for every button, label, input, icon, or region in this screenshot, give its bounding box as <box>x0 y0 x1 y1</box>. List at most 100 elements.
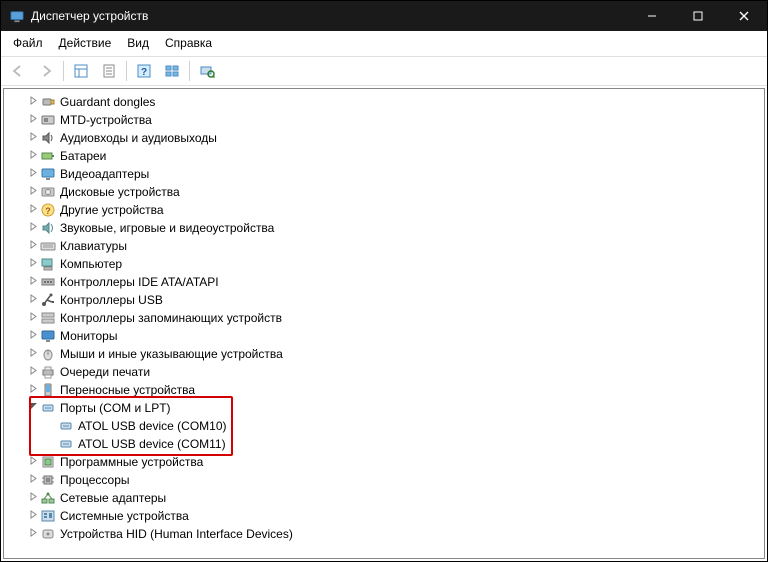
expand-icon[interactable] <box>26 201 40 219</box>
back-button <box>5 58 31 84</box>
tree-node[interactable]: Мониторы <box>8 327 764 345</box>
scan-hardware-button[interactable] <box>194 58 220 84</box>
usb-icon <box>40 292 56 308</box>
expand-icon[interactable] <box>26 327 40 345</box>
tree-node[interactable]: Звуковые, игровые и видеоустройства <box>8 219 764 237</box>
ide-icon <box>40 274 56 290</box>
client-area: Guardant donglesMTD-устройстваАудиовходы… <box>1 86 767 561</box>
tree-node-label: Очереди печати <box>60 363 150 381</box>
expand-icon[interactable] <box>26 219 40 237</box>
expand-icon[interactable] <box>26 165 40 183</box>
tree-node-label: Другие устройства <box>60 201 164 219</box>
tree-node[interactable]: ATOL USB device (COM10) <box>8 417 764 435</box>
forward-button <box>33 58 59 84</box>
display-icon <box>40 166 56 182</box>
audio-icon <box>40 130 56 146</box>
battery-icon <box>40 148 56 164</box>
expand-icon[interactable] <box>26 525 40 543</box>
tree-node[interactable]: ATOL USB device (COM11) <box>8 435 764 453</box>
expand-icon[interactable] <box>26 471 40 489</box>
minimize-button[interactable] <box>629 1 675 31</box>
tree-node[interactable]: Программные устройства <box>8 453 764 471</box>
device-tree[interactable]: Guardant donglesMTD-устройстваАудиовходы… <box>4 89 764 558</box>
tree-node-label: Переносные устройства <box>60 381 195 399</box>
tree-node[interactable]: Устройства HID (Human Interface Devices) <box>8 525 764 543</box>
titlebar[interactable]: Диспетчер устройств <box>1 1 767 31</box>
tree-node[interactable]: Порты (COM и LPT) <box>8 399 764 417</box>
expand-icon[interactable] <box>26 291 40 309</box>
network-icon <box>40 490 56 506</box>
close-button[interactable] <box>721 1 767 31</box>
tree-node[interactable]: Контроллеры запоминающих устройств <box>8 309 764 327</box>
tree-node-label: Мониторы <box>60 327 117 345</box>
tree-node-label: Звуковые, игровые и видеоустройства <box>60 219 274 237</box>
unknown-icon: ? <box>40 202 56 218</box>
show-hidden-button[interactable] <box>68 58 94 84</box>
keyboard-icon <box>40 238 56 254</box>
expand-icon[interactable] <box>26 93 40 111</box>
tree-node[interactable]: Мыши и иные указывающие устройства <box>8 345 764 363</box>
tree-node-label: Guardant dongles <box>60 93 155 111</box>
tree-node[interactable]: Сетевые адаптеры <box>8 489 764 507</box>
menu-view[interactable]: Вид <box>119 34 157 52</box>
tree-node-label: Процессоры <box>60 471 130 489</box>
toolbar-separator <box>189 61 190 81</box>
expand-icon[interactable] <box>26 489 40 507</box>
expand-icon[interactable] <box>26 111 40 129</box>
view-mode-button[interactable] <box>159 58 185 84</box>
tree-node[interactable]: MTD-устройства <box>8 111 764 129</box>
window-controls <box>629 1 767 31</box>
tree-node-label: Порты (COM и LPT) <box>60 399 171 417</box>
tree-node[interactable]: Видеоадаптеры <box>8 165 764 183</box>
tree-node[interactable]: Аудиовходы и аудиовыходы <box>8 129 764 147</box>
expand-icon[interactable] <box>26 453 40 471</box>
menu-action[interactable]: Действие <box>51 34 120 52</box>
expand-icon[interactable] <box>26 345 40 363</box>
tree-node[interactable]: Контроллеры USB <box>8 291 764 309</box>
expand-icon[interactable] <box>26 273 40 291</box>
device-manager-window: Диспетчер устройств Файл Действие Вид Сп… <box>0 0 768 562</box>
menu-file[interactable]: Файл <box>5 34 51 52</box>
mouse-icon <box>40 346 56 362</box>
collapse-icon[interactable] <box>26 399 40 417</box>
expand-icon[interactable] <box>26 381 40 399</box>
tree-node[interactable]: Контроллеры IDE ATA/ATAPI <box>8 273 764 291</box>
mtd-icon <box>40 112 56 128</box>
toolbar: ? <box>1 56 767 86</box>
maximize-button[interactable] <box>675 1 721 31</box>
expand-icon[interactable] <box>26 147 40 165</box>
help-button[interactable]: ? <box>131 58 157 84</box>
expand-icon[interactable] <box>26 363 40 381</box>
expand-icon[interactable] <box>26 183 40 201</box>
cpu-icon <box>40 472 56 488</box>
tree-node[interactable]: Процессоры <box>8 471 764 489</box>
tree-node-label: Клавиатуры <box>60 237 127 255</box>
tree-node-label: Сетевые адаптеры <box>60 489 166 507</box>
tree-node-label: Системные устройства <box>60 507 189 525</box>
sound-icon <box>40 220 56 236</box>
tree-node[interactable]: Переносные устройства <box>8 381 764 399</box>
computer-icon <box>40 256 56 272</box>
tree-node[interactable]: Очереди печати <box>8 363 764 381</box>
expand-icon[interactable] <box>26 309 40 327</box>
properties-button[interactable] <box>96 58 122 84</box>
expand-icon[interactable] <box>26 507 40 525</box>
tree-node-label: Контроллеры запоминающих устройств <box>60 309 282 327</box>
tree-node[interactable]: ?Другие устройства <box>8 201 764 219</box>
storage-icon <box>40 310 56 326</box>
tree-node[interactable]: Компьютер <box>8 255 764 273</box>
expand-icon[interactable] <box>26 129 40 147</box>
tree-node-label: Контроллеры USB <box>60 291 163 309</box>
tree-node-label: Компьютер <box>60 255 122 273</box>
tree-node[interactable]: Дисковые устройства <box>8 183 764 201</box>
tree-node[interactable]: Системные устройства <box>8 507 764 525</box>
tree-node[interactable]: Клавиатуры <box>8 237 764 255</box>
expand-icon[interactable] <box>26 237 40 255</box>
expand-icon[interactable] <box>26 255 40 273</box>
menu-help[interactable]: Справка <box>157 34 220 52</box>
tree-node-label: MTD-устройства <box>60 111 152 129</box>
software-icon <box>40 454 56 470</box>
tree-node[interactable]: Батареи <box>8 147 764 165</box>
tree-node[interactable]: Guardant dongles <box>8 93 764 111</box>
tree-node-label: ATOL USB device (COM11) <box>78 435 226 453</box>
